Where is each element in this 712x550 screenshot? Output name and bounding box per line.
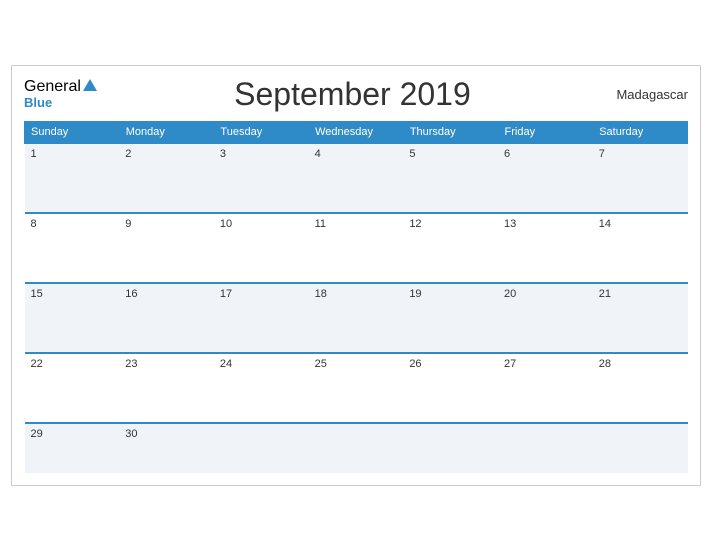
- day-header-sunday: Sunday: [25, 121, 120, 143]
- calendar-header-row: SundayMondayTuesdayWednesdayThursdayFrid…: [25, 121, 688, 143]
- calendar-cell: 17: [214, 283, 309, 353]
- calendar-cell: 15: [25, 283, 120, 353]
- calendar-cell: [214, 423, 309, 473]
- calendar-table: SundayMondayTuesdayWednesdayThursdayFrid…: [24, 121, 688, 473]
- calendar-cell: 4: [309, 143, 404, 213]
- day-header-tuesday: Tuesday: [214, 121, 309, 143]
- day-header-saturday: Saturday: [593, 121, 688, 143]
- calendar: General Blue September 2019 Madagascar S…: [11, 65, 701, 486]
- calendar-cell: 24: [214, 353, 309, 423]
- calendar-cell: 28: [593, 353, 688, 423]
- calendar-cell: 5: [403, 143, 498, 213]
- calendar-cell: 14: [593, 213, 688, 283]
- calendar-cell: 11: [309, 213, 404, 283]
- calendar-cell: 23: [119, 353, 214, 423]
- calendar-title: September 2019: [97, 76, 608, 113]
- calendar-cell: 1: [25, 143, 120, 213]
- calendar-cell: 13: [498, 213, 593, 283]
- calendar-week-3: 15161718192021: [25, 283, 688, 353]
- calendar-cell: 18: [309, 283, 404, 353]
- calendar-cell: [498, 423, 593, 473]
- calendar-cell: 2: [119, 143, 214, 213]
- logo: General Blue: [24, 78, 97, 110]
- calendar-cell: 26: [403, 353, 498, 423]
- calendar-cell: 21: [593, 283, 688, 353]
- logo-triangle-icon: [83, 79, 97, 91]
- logo-general-text: General: [24, 78, 81, 95]
- calendar-week-5: 2930: [25, 423, 688, 473]
- country-label: Madagascar: [608, 87, 688, 102]
- calendar-body: 1234567891011121314151617181920212223242…: [25, 143, 688, 473]
- day-header-thursday: Thursday: [403, 121, 498, 143]
- calendar-cell: 9: [119, 213, 214, 283]
- calendar-cell: 10: [214, 213, 309, 283]
- logo-blue: Blue: [24, 96, 97, 110]
- calendar-cell: 27: [498, 353, 593, 423]
- calendar-cell: [403, 423, 498, 473]
- day-headers: SundayMondayTuesdayWednesdayThursdayFrid…: [25, 121, 688, 143]
- calendar-cell: 8: [25, 213, 120, 283]
- calendar-cell: 16: [119, 283, 214, 353]
- calendar-cell: 19: [403, 283, 498, 353]
- calendar-week-1: 1234567: [25, 143, 688, 213]
- day-header-friday: Friday: [498, 121, 593, 143]
- calendar-cell: 30: [119, 423, 214, 473]
- calendar-cell: [593, 423, 688, 473]
- calendar-cell: 3: [214, 143, 309, 213]
- calendar-cell: [309, 423, 404, 473]
- calendar-header: General Blue September 2019 Madagascar: [24, 76, 688, 113]
- logo-general: General: [24, 78, 97, 96]
- calendar-cell: 20: [498, 283, 593, 353]
- calendar-cell: 29: [25, 423, 120, 473]
- calendar-cell: 22: [25, 353, 120, 423]
- calendar-cell: 6: [498, 143, 593, 213]
- day-header-monday: Monday: [119, 121, 214, 143]
- calendar-cell: 7: [593, 143, 688, 213]
- calendar-week-2: 891011121314: [25, 213, 688, 283]
- calendar-cell: 25: [309, 353, 404, 423]
- calendar-week-4: 22232425262728: [25, 353, 688, 423]
- day-header-wednesday: Wednesday: [309, 121, 404, 143]
- calendar-cell: 12: [403, 213, 498, 283]
